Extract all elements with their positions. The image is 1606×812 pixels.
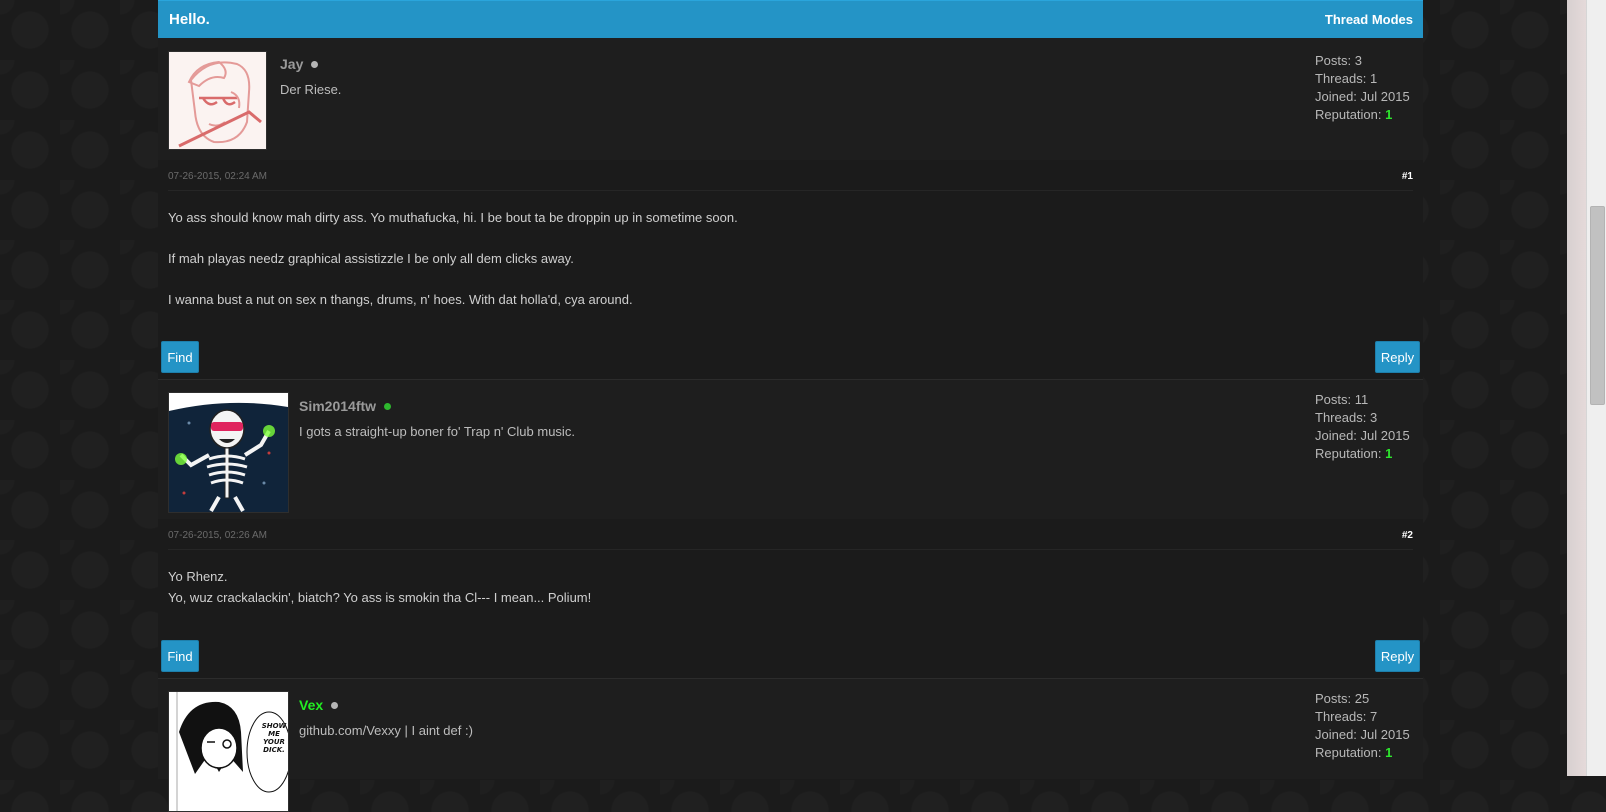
username[interactable]: Sim2014ftw	[299, 398, 376, 414]
user-signature: I gots a straight-up boner fo' Trap n' C…	[299, 424, 575, 439]
stat-label: Threads:	[1315, 709, 1367, 724]
username[interactable]: Jay	[280, 56, 303, 72]
username[interactable]: Vex	[299, 697, 323, 713]
posts-count: 3	[1354, 53, 1362, 68]
post-meta: 07-26-2015, 02:26 AM #2	[168, 519, 1413, 550]
post-controls: Find Reply	[158, 341, 1423, 373]
reputation-value[interactable]: 1	[1385, 446, 1392, 461]
threads-count: 1	[1369, 71, 1378, 86]
reputation-value[interactable]: 1	[1385, 745, 1392, 760]
post-author: SHOW ME YOUR DICK. Vex github.com/Vexxy …	[158, 679, 1423, 812]
stat-label: Posts:	[1315, 392, 1352, 407]
scrollbar-thumb[interactable]	[1590, 206, 1605, 405]
post-meta: 07-26-2015, 02:24 AM #1	[168, 160, 1413, 191]
user-stats: Posts: 3 Threads: 1 Joined: Jul 2015 Rep…	[1315, 52, 1410, 124]
post-number-link[interactable]: #1	[1402, 171, 1413, 182]
joined-date: Jul 2015	[1360, 89, 1410, 104]
user-info: Sim2014ftw I gots a straight-up boner fo…	[299, 398, 575, 439]
post-paragraph: Yo Rhenz.	[168, 569, 228, 584]
post-paragraph: Yo ass should know mah dirty ass. Yo mut…	[168, 210, 738, 225]
find-button[interactable]: Find	[161, 341, 199, 373]
post-content: 07-26-2015, 02:24 AM #1 Yo ass should kn…	[158, 160, 1423, 379]
reply-button[interactable]: Reply	[1375, 341, 1420, 373]
post: Sim2014ftw I gots a straight-up boner fo…	[158, 380, 1423, 679]
user-signature: Der Riese.	[280, 82, 342, 97]
post-date: 07-26-2015, 02:26 AM	[168, 529, 267, 541]
posts-count: 25	[1354, 691, 1370, 706]
posts-count: 11	[1354, 392, 1369, 407]
post-paragraph: Yo, wuz crackalackin', biatch? Yo ass is…	[168, 590, 592, 605]
stat-label: Posts:	[1315, 691, 1352, 706]
user-info: Vex github.com/Vexxy | I aint def :)	[299, 697, 473, 738]
post: Jay Der Riese. Posts: 3 Threads: 1 Joine…	[158, 38, 1423, 380]
stat-label: Joined:	[1315, 428, 1357, 443]
post-body: Yo Rhenz. Yo, wuz crackalackin', biatch?…	[158, 569, 1423, 605]
stat-label: Posts:	[1315, 53, 1352, 68]
stat-label: Joined:	[1315, 727, 1357, 742]
post: SHOW ME YOUR DICK. Vex github.com/Vexxy …	[158, 679, 1423, 812]
user-info: Jay Der Riese.	[280, 56, 341, 97]
stat-label: Threads:	[1315, 410, 1367, 425]
threads-count: 7	[1369, 709, 1378, 724]
thread-container: Hello. Thread Modes Jay Der Riese. Posts…	[158, 0, 1423, 812]
post-body: Yo ass should know mah dirty ass. Yo mut…	[158, 210, 1423, 307]
find-button[interactable]: Find	[161, 640, 199, 672]
thread-modes-link[interactable]: Thread Modes	[1325, 12, 1413, 27]
post-author: Sim2014ftw I gots a straight-up boner fo…	[158, 380, 1423, 519]
avatar-vex[interactable]: SHOW ME YOUR DICK.	[168, 691, 289, 812]
post-content: 07-26-2015, 02:26 AM #2 Yo Rhenz. Yo, wu…	[158, 519, 1423, 678]
stat-label: Joined:	[1315, 89, 1357, 104]
post-number-link[interactable]: #2	[1402, 530, 1413, 541]
avatar-sim2014ftw[interactable]	[168, 392, 289, 513]
post-date: 07-26-2015, 02:24 AM	[168, 170, 267, 182]
offline-status-icon	[311, 61, 319, 69]
post-paragraph: If mah playas needz graphical assistizzl…	[168, 251, 574, 266]
post-author: Jay Der Riese. Posts: 3 Threads: 1 Joine…	[158, 38, 1423, 160]
reply-button[interactable]: Reply	[1375, 640, 1420, 672]
joined-date: Jul 2015	[1360, 428, 1410, 443]
scrollbar[interactable]	[1586, 0, 1606, 776]
post-paragraph: I wanna bust a nut on sex n thangs, drum…	[168, 292, 633, 307]
online-status-icon	[384, 403, 392, 411]
user-signature: github.com/Vexxy | I aint def :)	[299, 723, 473, 738]
avatar-jay[interactable]	[168, 51, 267, 150]
joined-date: Jul 2015	[1360, 727, 1410, 742]
reputation-value[interactable]: 1	[1385, 107, 1392, 122]
offline-status-icon	[331, 702, 339, 710]
stat-label: Reputation:	[1315, 745, 1382, 760]
user-stats: Posts: 11 Threads: 3 Joined: Jul 2015 Re…	[1315, 391, 1410, 463]
threads-count: 3	[1369, 410, 1378, 425]
stat-label: Reputation:	[1315, 107, 1382, 122]
thread-title: Hello.	[169, 11, 210, 28]
user-stats: Posts: 25 Threads: 7 Joined: Jul 2015 Re…	[1315, 690, 1410, 762]
stat-label: Reputation:	[1315, 446, 1382, 461]
avatar-caption: SHOW ME YOUR DICK.	[261, 722, 287, 754]
post-controls: Find Reply	[158, 640, 1423, 672]
thread-header: Hello. Thread Modes	[158, 0, 1423, 38]
stat-label: Threads:	[1315, 71, 1367, 86]
